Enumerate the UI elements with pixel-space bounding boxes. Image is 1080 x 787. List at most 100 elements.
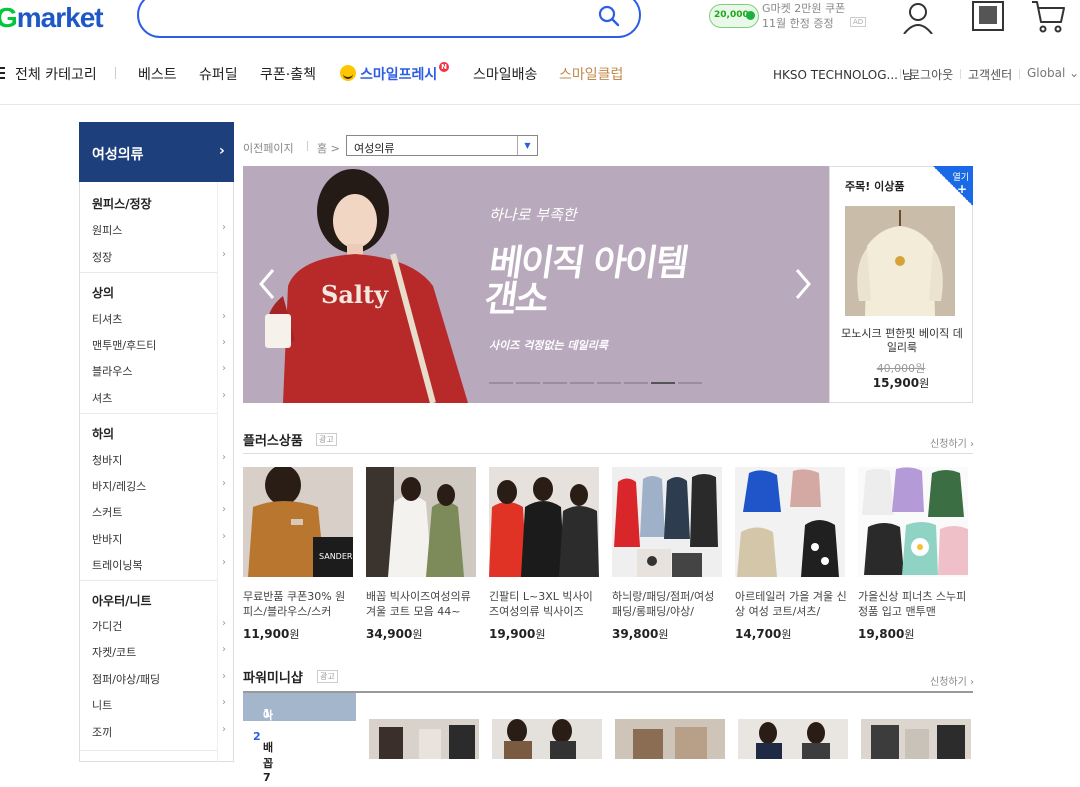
menu-icon[interactable] — [0, 67, 5, 79]
plus-section-title: 플러스상품 — [243, 434, 303, 449]
category-item[interactable]: 정장 — [92, 249, 112, 265]
banner-prev-icon[interactable] — [257, 266, 277, 302]
chevron-right-icon: › — [222, 697, 226, 708]
chevron-right-icon: › — [222, 222, 226, 233]
category-select-value: 여성의류 — [354, 142, 395, 155]
pager-dot[interactable] — [516, 382, 540, 384]
pager-dot[interactable] — [597, 382, 621, 384]
shop-rank-item[interactable]: 2 배꼽7 — [243, 721, 356, 784]
nav-smile-fresh[interactable]: 스마일프레시 — [360, 64, 437, 84]
category-item[interactable]: 자켓/코트 — [92, 644, 136, 660]
shop-product-image[interactable] — [615, 719, 725, 759]
product-image — [858, 467, 968, 577]
product-image — [489, 467, 599, 577]
shop-product-image[interactable] — [738, 719, 848, 759]
product-price: 19,900원 — [489, 627, 546, 641]
nav-coupon[interactable]: 쿠폰·출첵 — [260, 64, 316, 84]
gmarket-logo[interactable]: Gmarket — [0, 2, 104, 34]
logout-link[interactable]: 로그아웃 — [909, 66, 953, 83]
nav-smile-club[interactable]: 스마일클럽 — [559, 64, 623, 84]
featured-label: 주목! 이상품 — [845, 180, 905, 193]
product-name: 배꼽 빅사이즈여성의류 겨울 코트 모음 44~ — [366, 590, 471, 618]
category-item[interactable]: 가디건 — [92, 618, 122, 634]
global-nav: 전체 카테고리 베스트 슈퍼딜 쿠폰·출첵 스마일프레시 N 스마일배송 스마일… — [0, 60, 1080, 86]
product-image-text: SANDER — [319, 552, 353, 561]
search-input[interactable] — [137, 0, 641, 38]
category-item[interactable]: 맨투맨/후드티 — [92, 337, 156, 353]
product-price: 19,800원 — [858, 627, 915, 641]
product-name: 무료반품 쿠폰30% 원피스/블라우스/스커 — [243, 590, 346, 618]
banner-model-image: Salty — [243, 166, 483, 403]
customer-center-link[interactable]: 고객센터 — [968, 66, 1012, 83]
prev-page-link[interactable]: 이전페이지 — [243, 140, 294, 156]
category-item[interactable]: 티셔츠 — [92, 311, 122, 327]
banner-next-icon[interactable] — [793, 266, 813, 302]
category-item[interactable]: 스커트 — [92, 504, 122, 520]
category-group-title[interactable]: 상의 — [92, 284, 114, 301]
chevron-right-icon: › — [222, 724, 226, 735]
product-image — [735, 467, 845, 577]
chevron-right-icon: › — [222, 504, 226, 515]
nav-best[interactable]: 베스트 — [138, 64, 177, 84]
category-item[interactable]: 조끼 — [92, 724, 112, 740]
product-image — [366, 467, 476, 577]
breadcrumb-home[interactable]: 홈 > — [317, 140, 340, 156]
pager-dot-active[interactable] — [651, 382, 675, 384]
pager-dot[interactable] — [570, 382, 594, 384]
chevron-right-icon: › — [222, 557, 226, 568]
chevron-right-icon: › — [222, 311, 226, 322]
category-item[interactable]: 점퍼/야상/패딩 — [92, 671, 160, 687]
pager-dot[interactable] — [624, 382, 648, 384]
category-group-title[interactable]: 아우터/니트 — [92, 592, 152, 609]
category-select[interactable]: 여성의류 ▼ — [346, 135, 538, 156]
chevron-right-icon: › — [222, 337, 226, 348]
category-header[interactable]: 여성의류 › — [79, 122, 234, 182]
smile-icon — [340, 65, 356, 81]
nav-superdeal[interactable]: 슈퍼딜 — [199, 64, 238, 84]
ad-tag: AD — [850, 17, 867, 27]
section-divider — [243, 453, 973, 454]
featured-product-name[interactable]: 모노시크 편한핏 베이직 데일리룩 — [838, 327, 966, 355]
shop-rank-item-active[interactable]: 1 아르테일러 — [243, 693, 356, 786]
search-icon[interactable] — [597, 4, 621, 28]
category-item[interactable]: 반바지 — [92, 531, 122, 547]
chevron-right-icon: › — [222, 390, 226, 401]
category-item[interactable]: 바지/레깅스 — [92, 478, 146, 494]
chevron-right-icon: › — [222, 531, 226, 542]
featured-product[interactable]: 주목! 이상품 열기 + 모노시크 편한핏 베이직 데일리룩 40,000원 1… — [829, 166, 973, 403]
shop-product-image[interactable] — [369, 719, 479, 759]
coupon-promo[interactable]: G마켓 2만원 쿠폰 11월 한정 증정 — [762, 1, 845, 31]
pager-dot[interactable] — [678, 382, 702, 384]
category-rail — [217, 182, 218, 762]
product-image — [612, 467, 722, 577]
recent-viewed-icon[interactable] — [970, 0, 1006, 34]
new-badge: N — [439, 62, 449, 72]
global-link[interactable]: Global ⌄ — [1027, 66, 1079, 80]
category-item[interactable]: 니트 — [92, 697, 112, 713]
util-divider — [960, 69, 961, 79]
nav-divider — [115, 67, 116, 79]
pager-dot[interactable] — [489, 382, 513, 384]
nav-all-category[interactable]: 전체 카테고리 — [15, 64, 97, 84]
category-item[interactable]: 청바지 — [92, 452, 122, 468]
nav-smile-delivery[interactable]: 스마일배송 — [473, 64, 537, 84]
user-name[interactable]: HKSO TECHNOLOG... 님 — [773, 66, 913, 83]
shop-product-image[interactable] — [492, 719, 602, 759]
category-item[interactable]: 셔츠 — [92, 390, 112, 406]
header: Gmarket 20,000 G마켓 2만원 쿠폰 11월 한정 증정 AD 전… — [0, 0, 1080, 105]
my-account-icon[interactable] — [901, 0, 937, 34]
main-banner[interactable]: Salty 하나로 부족한 베이직 아이템 갠소 사이즈 걱정없는 데일리룩 — [243, 166, 829, 403]
product-price: 34,900원 — [366, 627, 423, 641]
power-section-apply-link[interactable]: 신청하기 › — [930, 673, 974, 688]
cart-icon[interactable] — [1030, 0, 1066, 34]
category-item[interactable]: 원피스 — [92, 222, 122, 238]
category-item[interactable]: 트레이닝복 — [92, 557, 143, 573]
pager-dot[interactable] — [543, 382, 567, 384]
category-group-title[interactable]: 하의 — [92, 425, 114, 442]
plus-section-apply-link[interactable]: 신청하기 › — [930, 435, 974, 450]
category-item[interactable]: 블라우스 — [92, 363, 132, 379]
chevron-right-icon: › — [222, 618, 226, 629]
category-group-title[interactable]: 원피스/정장 — [92, 195, 152, 212]
featured-product-image — [845, 206, 955, 316]
shop-product-image[interactable] — [861, 719, 971, 759]
